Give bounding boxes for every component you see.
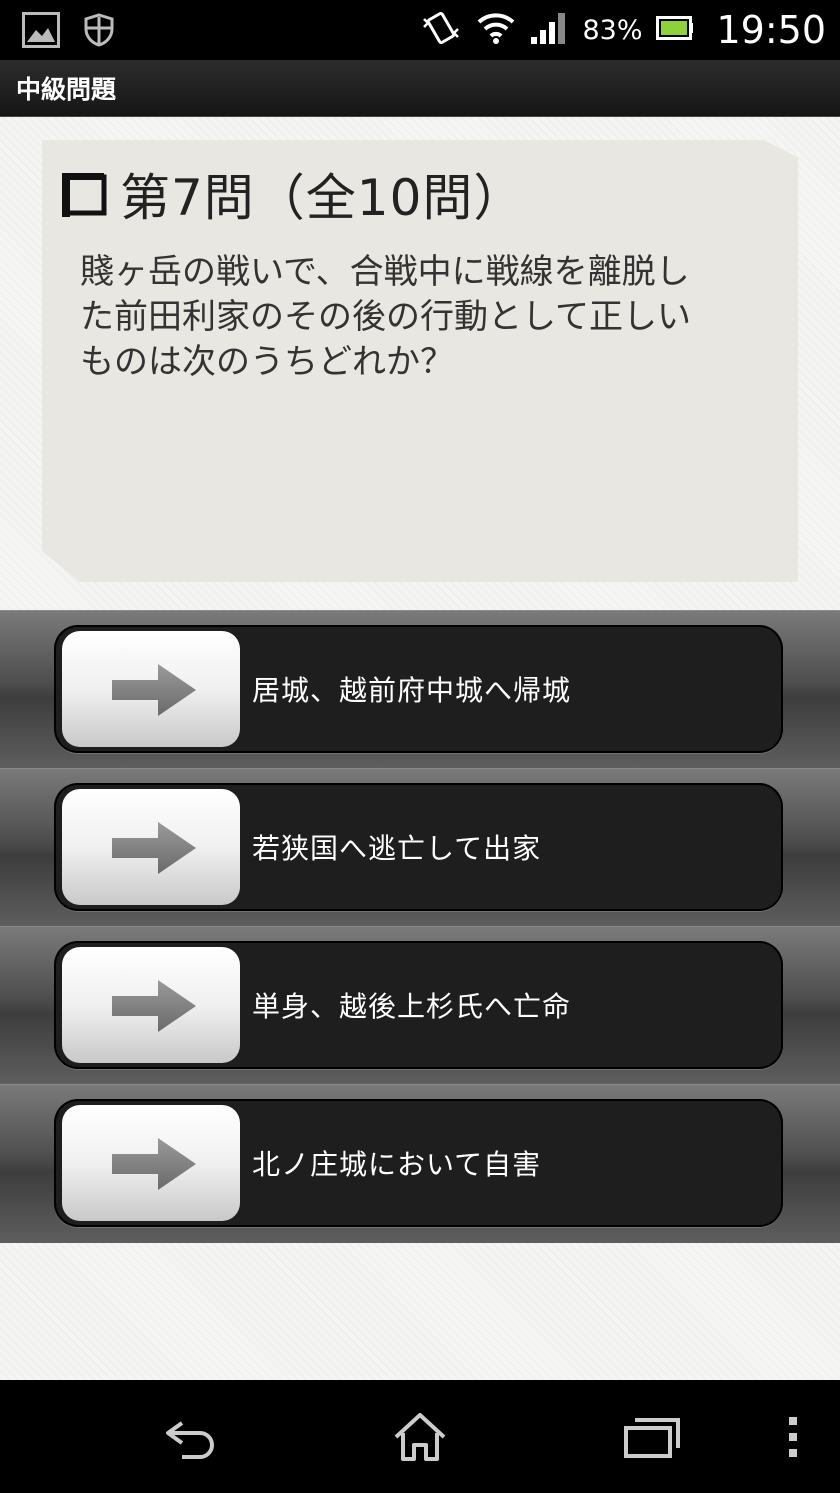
arrow-right-icon [112,664,196,716]
home-icon [394,1412,446,1461]
navigation-bar [0,1380,840,1493]
vibrate-icon [420,9,462,51]
recent-apps-button[interactable] [602,1380,702,1493]
status-bar: 83% 19:50 [0,0,840,60]
question-line: た前田利家のその後の行動として正しい [80,297,691,337]
menu-icon [789,1416,797,1457]
gallery-notification-icon [22,12,60,52]
wifi-icon [476,10,516,50]
answer-row: 単身、越後上杉氏へ亡命 [0,926,840,1085]
answer-button-3[interactable]: 単身、越後上杉氏へ亡命 [54,941,783,1069]
arrow-tile [62,1105,240,1221]
answer-row: 居城、越前府中城へ帰城 [0,610,840,769]
arrow-right-icon [112,980,196,1032]
battery-icon [656,16,694,44]
back-icon [166,1420,214,1459]
arrow-tile [62,789,240,905]
answer-row: 北ノ庄城において自害 [0,1084,840,1243]
answer-list: 居城、越前府中城へ帰城 若狭国へ逃亡して出家 単身、越後上杉氏へ亡命 北ノ庄城に… [0,610,840,1243]
arrow-right-icon [112,822,196,874]
answer-label: 北ノ庄城において自害 [252,1148,542,1181]
answer-label: 若狭国へ逃亡して出家 [252,832,542,865]
answer-label: 居城、越前府中城へ帰城 [252,674,572,707]
signal-icon [530,11,568,49]
menu-button[interactable] [770,1380,816,1493]
answer-label: 単身、越後上杉氏へ亡命 [252,990,572,1023]
recent-apps-icon [624,1417,680,1458]
answer-button-1[interactable]: 居城、越前府中城へ帰城 [54,625,783,753]
answer-button-4[interactable]: 北ノ庄城において自害 [54,1099,783,1227]
question-number: 第7問（全10問） [120,169,525,227]
question-line: 賤ヶ岳の戦いで、合戦中に戦線を離脱し [80,252,690,292]
arrow-right-icon [112,1138,196,1190]
back-button[interactable] [140,1380,240,1493]
status-clock: 19:50 [716,8,826,52]
home-button[interactable] [370,1380,470,1493]
question-line: ものは次のうちどれか？ [80,342,454,382]
battery-percent: 83% [582,14,643,46]
action-bar: 中級問題 [0,60,840,117]
action-bar-title: 中級問題 [16,75,117,104]
arrow-tile [62,631,240,747]
answer-row: 若狭国へ逃亡して出家 [0,768,840,927]
bracket-icon [62,171,108,217]
shield-notification-icon [84,13,114,51]
question-text: 賤ヶ岳の戦いで、合戦中に戦線を離脱し た前田利家のその後の行動として正しい もの… [80,250,770,385]
answer-button-2[interactable]: 若狭国へ逃亡して出家 [54,783,783,911]
question-heading: 第7問（全10問） [62,158,524,230]
arrow-tile [62,947,240,1063]
